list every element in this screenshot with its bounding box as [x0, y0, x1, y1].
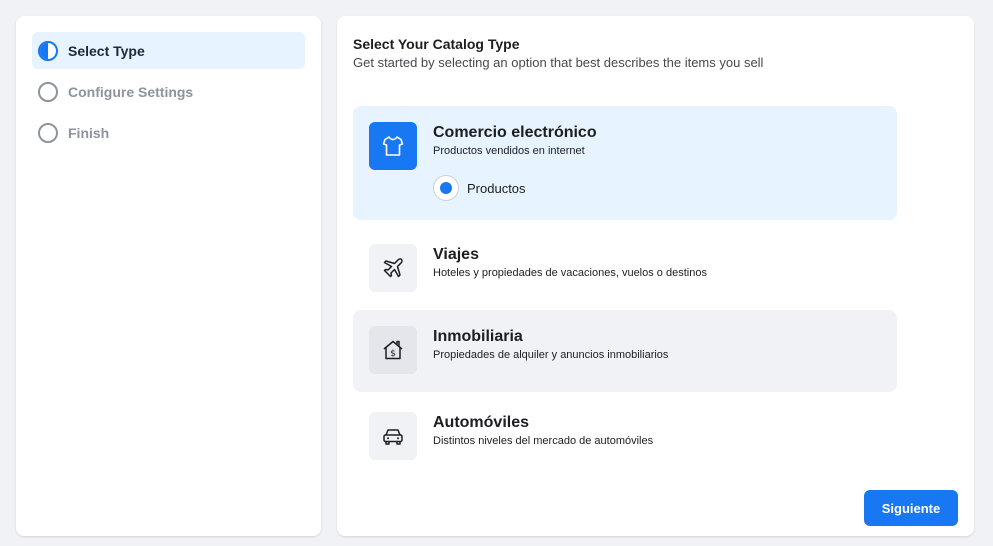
catalog-setup-page: Select Type Configure Settings Finish Se… — [0, 0, 993, 546]
car-icon — [369, 412, 417, 460]
radio-selected-dot — [440, 182, 452, 194]
step-configure-settings[interactable]: Configure Settings — [32, 73, 305, 110]
half-filled-circle-icon — [38, 40, 58, 61]
option-text: Comercio electrónico Productos vendidos … — [433, 122, 597, 157]
radio-button[interactable] — [434, 176, 458, 200]
option-automotive[interactable]: Automóviles Distintos niveles del mercad… — [353, 396, 897, 474]
house-dollar-icon: $ — [369, 326, 417, 374]
step-list: Select Type Configure Settings Finish — [32, 32, 305, 151]
option-ecommerce[interactable]: Comercio electrónico Productos vendidos … — [353, 106, 897, 220]
sub-option-productos[interactable]: Productos — [434, 176, 526, 200]
tshirt-icon — [369, 122, 417, 170]
option-real-estate[interactable]: $ Inmobiliaria Propiedades de alquiler y… — [353, 310, 897, 392]
svg-text:$: $ — [390, 349, 396, 359]
option-title: Inmobiliaria — [433, 328, 523, 345]
option-travel[interactable]: Viajes Hoteles y propiedades de vacacion… — [353, 228, 897, 302]
page-subtitle: Get started by selecting an option that … — [353, 55, 764, 70]
page-title: Select Your Catalog Type — [353, 36, 520, 52]
option-description: Propiedades de alquiler y anuncios inmob… — [433, 349, 669, 361]
step-select-type[interactable]: Select Type — [32, 32, 305, 69]
steps-sidebar: Select Type Configure Settings Finish — [16, 16, 321, 536]
airplane-icon — [369, 244, 417, 292]
option-title: Viajes — [433, 246, 479, 263]
catalog-type-options: Comercio electrónico Productos vendidos … — [353, 106, 897, 474]
option-description: Hoteles y propiedades de vacaciones, vue… — [433, 267, 707, 279]
option-title: Comercio electrónico — [433, 124, 597, 141]
option-text: Viajes Hoteles y propiedades de vacacion… — [433, 244, 707, 279]
option-title: Automóviles — [433, 414, 530, 431]
option-description: Productos vendidos en internet — [433, 145, 585, 157]
empty-circle-icon — [38, 122, 58, 143]
empty-circle-icon — [38, 81, 58, 102]
step-finish[interactable]: Finish — [32, 114, 305, 151]
option-text: Automóviles Distintos niveles del mercad… — [433, 412, 653, 447]
step-label: Select Type — [68, 42, 145, 59]
step-label: Finish — [68, 124, 110, 141]
sub-option-label: Productos — [467, 180, 526, 196]
catalog-type-panel: Select Your Catalog Type Get started by … — [337, 16, 974, 536]
step-label: Configure Settings — [68, 83, 194, 100]
option-text: Inmobiliaria Propiedades de alquiler y a… — [433, 326, 668, 361]
option-description: Distintos niveles del mercado de automóv… — [433, 435, 654, 447]
next-button[interactable]: Siguiente — [864, 490, 958, 526]
